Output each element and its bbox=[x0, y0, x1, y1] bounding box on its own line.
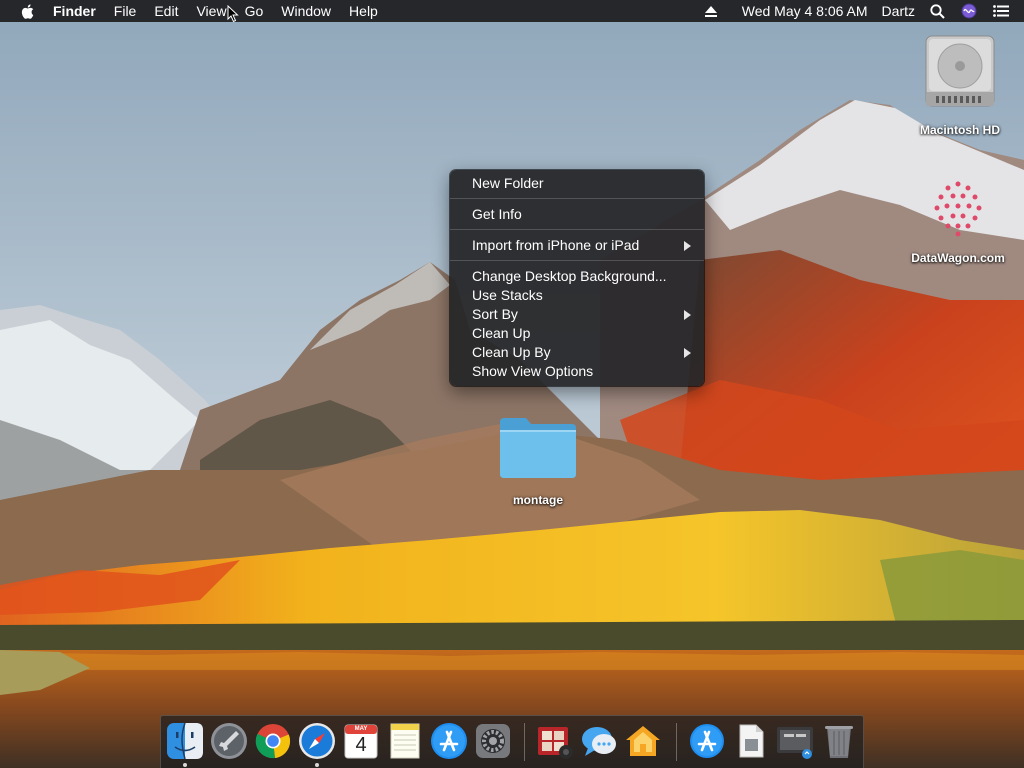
menu-separator bbox=[450, 260, 704, 261]
menu-file[interactable]: File bbox=[105, 0, 146, 22]
submenu-arrow-icon bbox=[684, 348, 691, 358]
running-indicator bbox=[315, 763, 319, 767]
menu-separator bbox=[450, 229, 704, 230]
app-store-icon[interactable] bbox=[430, 722, 468, 760]
desktop-icon-macintosh-hd[interactable]: Macintosh HD bbox=[905, 32, 1015, 137]
menu-finder[interactable]: Finder bbox=[44, 0, 105, 22]
submenu-arrow-icon bbox=[684, 241, 691, 251]
menu-help[interactable]: Help bbox=[340, 0, 387, 22]
clean-up-by-label: Clean Up By bbox=[472, 344, 551, 360]
menu-item-show-view-options[interactable]: Show View Options bbox=[450, 362, 704, 381]
desktop-icon-montage-folder[interactable]: montage bbox=[488, 412, 588, 507]
menu-item-sort-by[interactable]: Sort By bbox=[450, 305, 704, 324]
import-label: Import from iPhone or iPad bbox=[472, 237, 640, 253]
siri-icon[interactable] bbox=[960, 0, 978, 22]
desktop-icon-datawagon[interactable]: DataWagon.com bbox=[895, 170, 1021, 265]
eject-icon[interactable] bbox=[702, 0, 720, 22]
menu-item-new-folder[interactable]: New Folder bbox=[450, 174, 704, 193]
preview-document-icon[interactable] bbox=[732, 722, 770, 760]
menu-item-clean-up-by[interactable]: Clean Up By bbox=[450, 343, 704, 362]
submenu-arrow-icon bbox=[684, 310, 691, 320]
sort-by-label: Sort By bbox=[472, 306, 518, 322]
running-indicator bbox=[183, 763, 187, 767]
notification-center-icon[interactable] bbox=[992, 0, 1010, 22]
apple-menu-icon[interactable] bbox=[18, 0, 36, 22]
calendar-icon[interactable]: MAY 4 bbox=[342, 722, 380, 760]
menu-item-get-info[interactable]: Get Info bbox=[450, 205, 704, 224]
calendar-day: 4 bbox=[355, 734, 367, 756]
mouse-cursor-icon bbox=[227, 4, 239, 28]
safari-icon[interactable] bbox=[298, 722, 336, 760]
menu-edit[interactable]: Edit bbox=[145, 0, 187, 22]
messages-icon[interactable] bbox=[580, 722, 618, 760]
hard-drive-icon bbox=[922, 32, 998, 117]
menu-item-import-from-iphone[interactable]: Import from iPhone or iPad bbox=[450, 236, 704, 255]
notes-icon[interactable] bbox=[386, 722, 424, 760]
macintosh-hd-label: Macintosh HD bbox=[919, 123, 1000, 137]
datawagon-logo-icon bbox=[923, 170, 993, 249]
home-icon[interactable] bbox=[624, 722, 662, 760]
finder-icon[interactable] bbox=[166, 722, 204, 760]
trash-icon[interactable] bbox=[820, 722, 858, 760]
menu-user[interactable]: Dartz bbox=[876, 0, 921, 22]
screenshot-icon[interactable] bbox=[776, 722, 814, 760]
app-store-download-icon[interactable] bbox=[688, 722, 726, 760]
spotlight-search-icon[interactable] bbox=[928, 0, 946, 22]
launchpad-icon[interactable] bbox=[210, 722, 248, 760]
datawagon-label: DataWagon.com bbox=[911, 251, 1005, 265]
folder-icon bbox=[498, 412, 578, 487]
menu-item-clean-up[interactable]: Clean Up bbox=[450, 324, 704, 343]
menu-go[interactable]: Go bbox=[236, 0, 273, 22]
dock-separator bbox=[524, 723, 525, 761]
dock-separator bbox=[676, 723, 677, 761]
chrome-icon[interactable] bbox=[254, 722, 292, 760]
menu-window[interactable]: Window bbox=[272, 0, 340, 22]
photo-booth-icon[interactable] bbox=[536, 722, 574, 760]
system-preferences-icon[interactable] bbox=[474, 722, 512, 760]
menu-separator bbox=[450, 198, 704, 199]
calendar-month: MAY bbox=[354, 726, 368, 732]
menu-item-change-desktop-background[interactable]: Change Desktop Background... bbox=[450, 267, 704, 286]
dock: MAY 4 bbox=[160, 715, 864, 768]
menu-clock[interactable]: Wed May 4 8:06 AM bbox=[734, 0, 876, 22]
desktop-context-menu: New Folder Get Info Import from iPhone o… bbox=[450, 170, 704, 386]
menu-bar: Finder File Edit View Go Window Help Wed… bbox=[0, 0, 1024, 22]
montage-label: montage bbox=[512, 493, 563, 507]
menu-item-use-stacks[interactable]: Use Stacks bbox=[450, 286, 704, 305]
